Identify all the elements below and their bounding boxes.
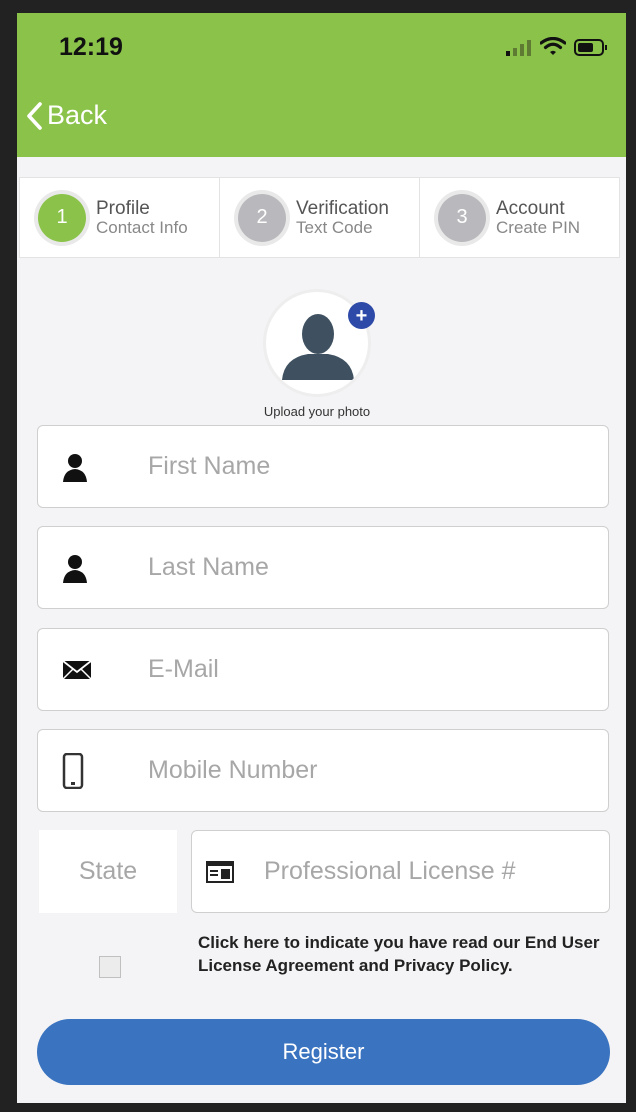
- state-label: State: [78, 857, 138, 885]
- terms-text[interactable]: Click here to indicate you have read our…: [198, 931, 608, 977]
- step-title: Verification: [296, 197, 389, 219]
- phone-screen: 12:19 Back 1 Profile Contact Info 2 Veri…: [17, 13, 626, 1103]
- id-card-icon: [206, 852, 246, 892]
- last-name-input[interactable]: [146, 552, 570, 583]
- step-account[interactable]: 3 Account Create PIN: [420, 177, 620, 258]
- back-button[interactable]: Back: [25, 100, 107, 131]
- status-time: 12:19: [59, 33, 123, 61]
- wifi-icon: [540, 37, 566, 55]
- signal-icon: [506, 40, 531, 56]
- add-photo-icon[interactable]: +: [348, 302, 375, 329]
- step-number: 3: [438, 193, 486, 242]
- upload-photo-label: Upload your photo: [263, 404, 371, 419]
- app-bar: 12:19 Back: [17, 13, 626, 157]
- step-profile[interactable]: 1 Profile Contact Info: [19, 177, 220, 258]
- email-input[interactable]: [146, 654, 570, 685]
- first-name-input[interactable]: [146, 451, 570, 482]
- back-label: Back: [47, 100, 108, 130]
- mobile-field[interactable]: [37, 729, 609, 812]
- terms-checkbox[interactable]: [99, 956, 121, 978]
- step-verification[interactable]: 2 Verification Text Code: [220, 177, 420, 258]
- user-icon: [62, 447, 130, 487]
- mobile-input[interactable]: [146, 755, 570, 786]
- license-input[interactable]: [262, 856, 606, 887]
- last-name-field[interactable]: [37, 526, 609, 609]
- license-field[interactable]: [191, 830, 610, 913]
- envelope-icon: [62, 650, 130, 690]
- state-select[interactable]: State: [39, 830, 177, 913]
- chevron-left-icon: [27, 101, 42, 130]
- battery-icon: [574, 39, 607, 56]
- step-number: 1: [38, 193, 86, 242]
- step-subtitle: Create PIN: [496, 217, 581, 237]
- status-icons: [506, 37, 608, 56]
- step-subtitle: Text Code: [296, 217, 373, 237]
- user-icon: [62, 548, 130, 588]
- step-number: 2: [238, 193, 286, 242]
- email-field[interactable]: [37, 628, 609, 711]
- progress-steps: 1 Profile Contact Info 2 Verification Te…: [19, 177, 620, 258]
- step-title: Profile: [96, 197, 150, 219]
- phone-icon: [62, 751, 130, 791]
- first-name-field[interactable]: [37, 425, 609, 508]
- step-title: Account: [496, 197, 565, 219]
- register-button[interactable]: Register: [37, 1019, 610, 1085]
- step-subtitle: Contact Info: [96, 217, 188, 237]
